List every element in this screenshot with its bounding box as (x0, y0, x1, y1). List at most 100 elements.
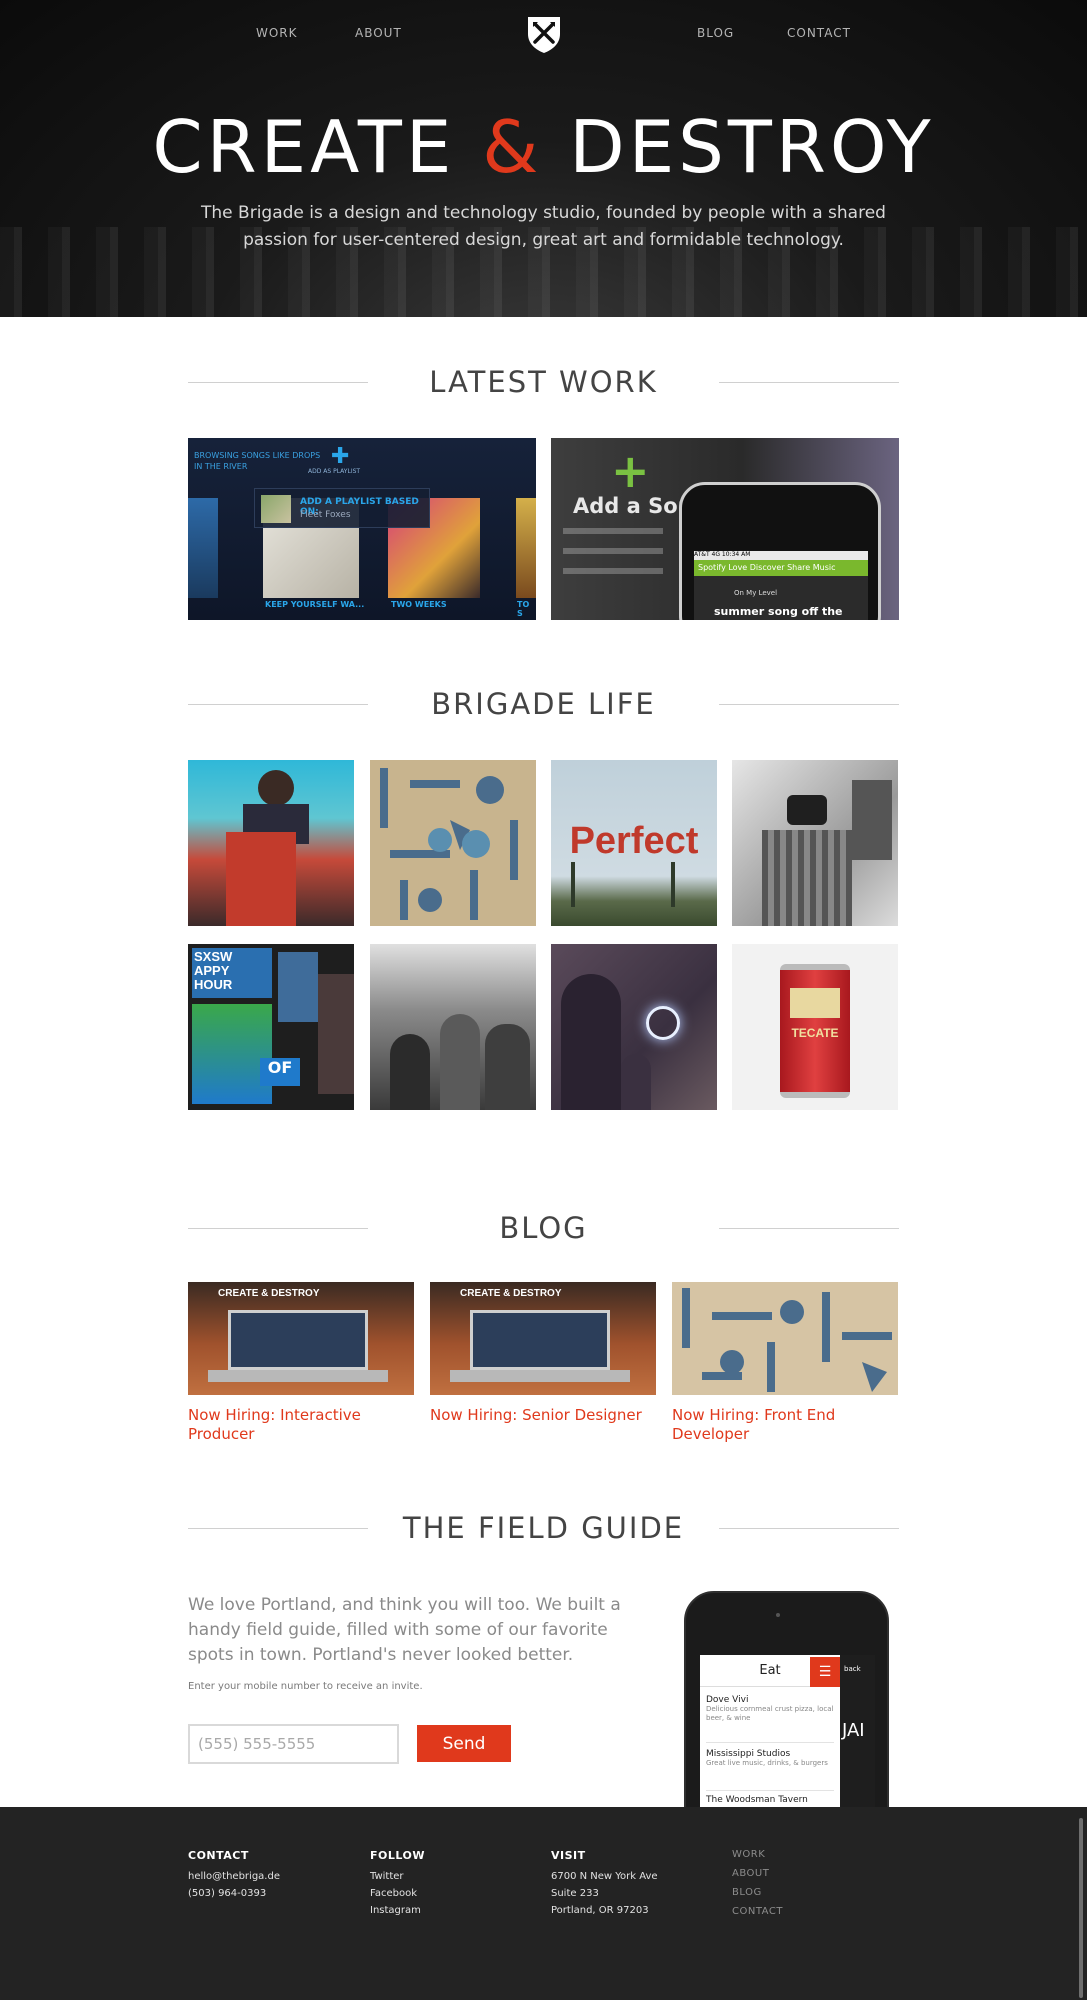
person (621, 1054, 651, 1110)
album-art (516, 498, 536, 598)
hamburger-menu-icon: ☰ (810, 1657, 840, 1687)
life-photo-tools-pattern[interactable] (370, 760, 536, 926)
footer-address-line: Suite 233 (551, 1888, 599, 1899)
footer (0, 1807, 1087, 2000)
work-card-spotify-app[interactable]: + Add a Son AT&T 4G 10:34 AM Spotify Lov… (551, 438, 899, 620)
nav-work-link[interactable]: WORK (256, 26, 298, 40)
happy-hour-text: APPY HOUR (194, 963, 233, 992)
person-head (258, 770, 294, 806)
phone-screen: AT&T 4G 10:34 AM Spotify Love Discover S… (694, 551, 868, 620)
nav-blog-link[interactable]: BLOG (697, 26, 734, 40)
divider (719, 704, 899, 705)
light-ring (646, 1006, 680, 1040)
field-guide-phone-mockup: Eat ☰ back JAI Dove Vivi Delicious cornm… (684, 1591, 889, 1831)
phone-camera (776, 1613, 780, 1617)
life-photo-light-ring[interactable] (551, 944, 717, 1110)
venue-name: Mississippi Studios (706, 1749, 791, 1759)
hero-title-ampersand: & (482, 105, 543, 189)
laptop-screen (228, 1310, 368, 1370)
bridge-tower (671, 862, 675, 907)
footer-follow-heading: FOLLOW (370, 1849, 425, 1862)
footer-visit-heading: VISIT (551, 1849, 586, 1862)
album-caption: TO S (517, 600, 530, 618)
send-button[interactable]: Send (417, 1725, 511, 1762)
page-scrollbar[interactable] (1079, 1818, 1083, 1998)
life-photo-speaker[interactable] (188, 760, 354, 926)
latest-work-title: LATEST WORK (429, 365, 658, 399)
browsing-songs-text: BROWSING SONGS LIKE DROPS IN THE RIVER (194, 451, 321, 471)
footer-instagram-link[interactable]: Instagram (370, 1902, 421, 1919)
field-guide-note: Enter your mobile number to receive an i… (188, 1681, 423, 1692)
footer-email-link[interactable]: hello@thebriga.de (188, 1868, 280, 1885)
footer-nav-about-link[interactable]: ABOUT (732, 1868, 769, 1879)
footer-nav-blog-link[interactable]: BLOG (732, 1887, 762, 1898)
footer-address-line: 6700 N New York Ave (551, 1871, 658, 1882)
perfect-sign-text: Perfect (569, 820, 699, 862)
latest-work-header: LATEST WORK (188, 362, 899, 402)
plus-icon: ✚ (331, 444, 350, 469)
divider (719, 382, 899, 383)
screen (278, 952, 318, 1022)
brigade-shield-logo-icon[interactable] (525, 14, 563, 54)
on-my-level-text: On My Level (734, 589, 778, 597)
life-photo-vr-headset[interactable] (732, 760, 898, 926)
venue-list-item: Mississippi Studios Great live music, dr… (706, 1749, 834, 1791)
blog-post-title[interactable]: Now Hiring: Senior Designer (430, 1406, 656, 1425)
plus-icon: + (611, 444, 650, 498)
laptop-base (208, 1370, 388, 1382)
footer-contact-heading: CONTACT (188, 1849, 249, 1862)
blog-image-tools[interactable] (672, 1282, 898, 1395)
instruction-lines (563, 528, 663, 588)
blog-post-title[interactable]: Now Hiring: Front End Developer (672, 1406, 898, 1444)
album-thumbnail (261, 495, 291, 523)
status-bar: AT&T 4G 10:34 AM (694, 551, 868, 560)
plaid-shirt (762, 830, 852, 926)
footer-facebook-link[interactable]: Facebook (370, 1885, 417, 1902)
podium (226, 832, 296, 926)
field-guide-description: We love Portland, and think you will too… (188, 1595, 621, 1665)
person (561, 974, 621, 1110)
mobile-number-input[interactable] (188, 1724, 399, 1764)
hero-banner: WORK ABOUT BLOG CONTACT CREATE & DESTROY… (0, 0, 1087, 317)
album-caption: KEEP YOURSELF WA... (265, 600, 365, 609)
blog-image-laptop[interactable]: CREATE & DESTROY (188, 1282, 414, 1395)
nav-about-link[interactable]: ABOUT (355, 26, 402, 40)
venue-list-item: Dove Vivi Delicious cornmeal crust pizza… (706, 1695, 834, 1743)
album-art (188, 498, 218, 598)
work-card-playlist-app[interactable]: BROWSING SONGS LIKE DROPS IN THE RIVER ✚… (188, 438, 536, 620)
add-playlist-popup: ADD A PLAYLIST BASED ON: Fleet Foxes (254, 488, 430, 528)
blog-post-title[interactable]: Now Hiring: Interactive Producer (188, 1406, 414, 1444)
phone-side-panel (840, 1655, 875, 1829)
life-photo-sxsw-screens[interactable]: SXSW APPY HOUR OF (188, 944, 354, 1110)
divider (188, 1228, 368, 1229)
field-guide-header: THE FIELD GUIDE (188, 1508, 899, 1548)
person (485, 1024, 530, 1110)
blog-header: BLOG (188, 1208, 899, 1248)
divider (188, 704, 368, 705)
divider (719, 1528, 899, 1529)
hero-subtitle: The Brigade is a design and technology s… (201, 203, 886, 250)
footer-nav-contact-link[interactable]: CONTACT (732, 1906, 783, 1917)
of-screen: OF (260, 1058, 300, 1086)
laptop-screen-text: CREATE & DESTROY (460, 1288, 562, 1299)
album-caption: TWO WEEKS (391, 600, 447, 609)
life-photo-group-bw[interactable] (370, 944, 536, 1110)
life-photo-perfect-bridge[interactable]: Perfect (551, 760, 717, 926)
venue-description: Great live music, drinks, & burgers (706, 1759, 828, 1767)
beer-can: TECATE (780, 964, 850, 1098)
divider (719, 1228, 899, 1229)
person (440, 1014, 480, 1110)
footer-phone: (503) 964-0393 (188, 1888, 267, 1899)
laptop-screen-text: CREATE & DESTROY (218, 1288, 320, 1299)
nav-contact-link[interactable]: CONTACT (787, 26, 851, 40)
frame-on-wall (852, 780, 892, 860)
life-photo-tecate-can[interactable]: TECATE (732, 944, 898, 1110)
venue-description: Delicious cornmeal crust pizza, local be… (706, 1705, 834, 1722)
hero-title: CREATE & DESTROY (0, 105, 1087, 189)
divider (188, 1528, 368, 1529)
popup-artist: Fleet Foxes (300, 510, 351, 520)
blog-image-laptop[interactable]: CREATE & DESTROY (430, 1282, 656, 1395)
footer-nav-work-link[interactable]: WORK (732, 1849, 765, 1860)
divider (188, 382, 368, 383)
footer-twitter-link[interactable]: Twitter (370, 1868, 404, 1885)
